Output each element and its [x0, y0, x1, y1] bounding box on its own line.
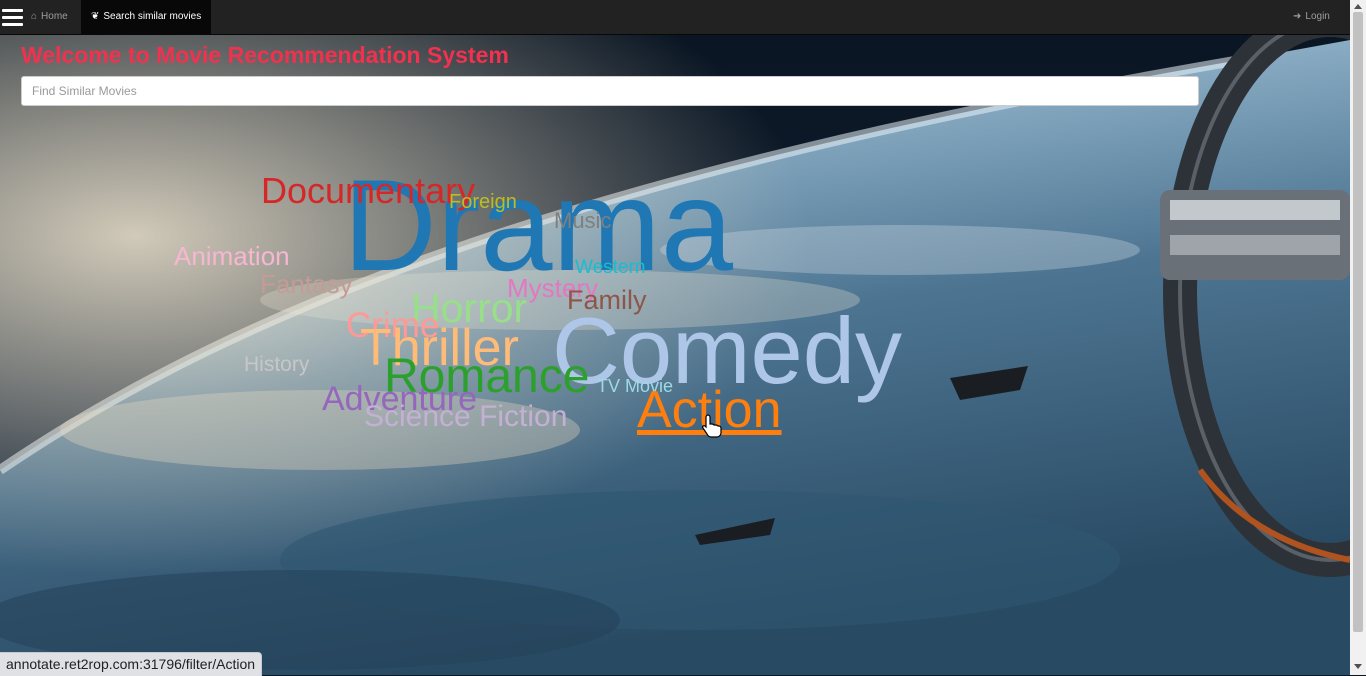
hand-cursor-icon — [702, 414, 722, 438]
vertical-scrollbar[interactable] — [1350, 0, 1366, 675]
login-icon: ➜ — [1293, 11, 1302, 22]
genre-link-documentary[interactable]: Documentary — [261, 173, 475, 209]
home-icon: ⌂ — [31, 11, 38, 22]
nav-search-similar-label: Search similar movies — [103, 11, 202, 22]
genre-link-foreign[interactable]: Foreign — [449, 192, 517, 212]
hamburger-menu-icon[interactable] — [2, 9, 23, 26]
leaf-icon: ❦ — [91, 11, 100, 22]
genre-link-history[interactable]: History — [244, 354, 309, 375]
page-title: Welcome to Movie Recommendation System — [21, 42, 509, 68]
nav-search-similar-link[interactable]: ❦ Search similar movies — [81, 0, 212, 34]
genre-link-science-fiction[interactable]: Science Fiction — [364, 402, 567, 432]
scroll-up-arrow-icon[interactable] — [1354, 4, 1362, 9]
scrollbar-thumb[interactable] — [1353, 12, 1363, 632]
top-navbar: ⌂ Home ❦ Search similar movies ➜ Login — [0, 0, 1350, 35]
find-similar-movies-input[interactable] — [21, 76, 1199, 106]
genre-link-animation[interactable]: Animation — [174, 243, 290, 269]
nav-home-link[interactable]: ⌂ Home — [21, 0, 78, 34]
nav-login-link[interactable]: ➜ Login — [1283, 0, 1340, 34]
genre-link-fantasy[interactable]: Fantasy — [260, 271, 353, 297]
browser-status-url: annotate.ret2rop.com:31796/filter/Action — [0, 652, 263, 676]
nav-login-label: Login — [1305, 11, 1330, 22]
genre-link-music[interactable]: Music — [554, 210, 611, 232]
nav-home-label: Home — [41, 11, 68, 22]
scroll-down-arrow-icon[interactable] — [1354, 664, 1362, 669]
